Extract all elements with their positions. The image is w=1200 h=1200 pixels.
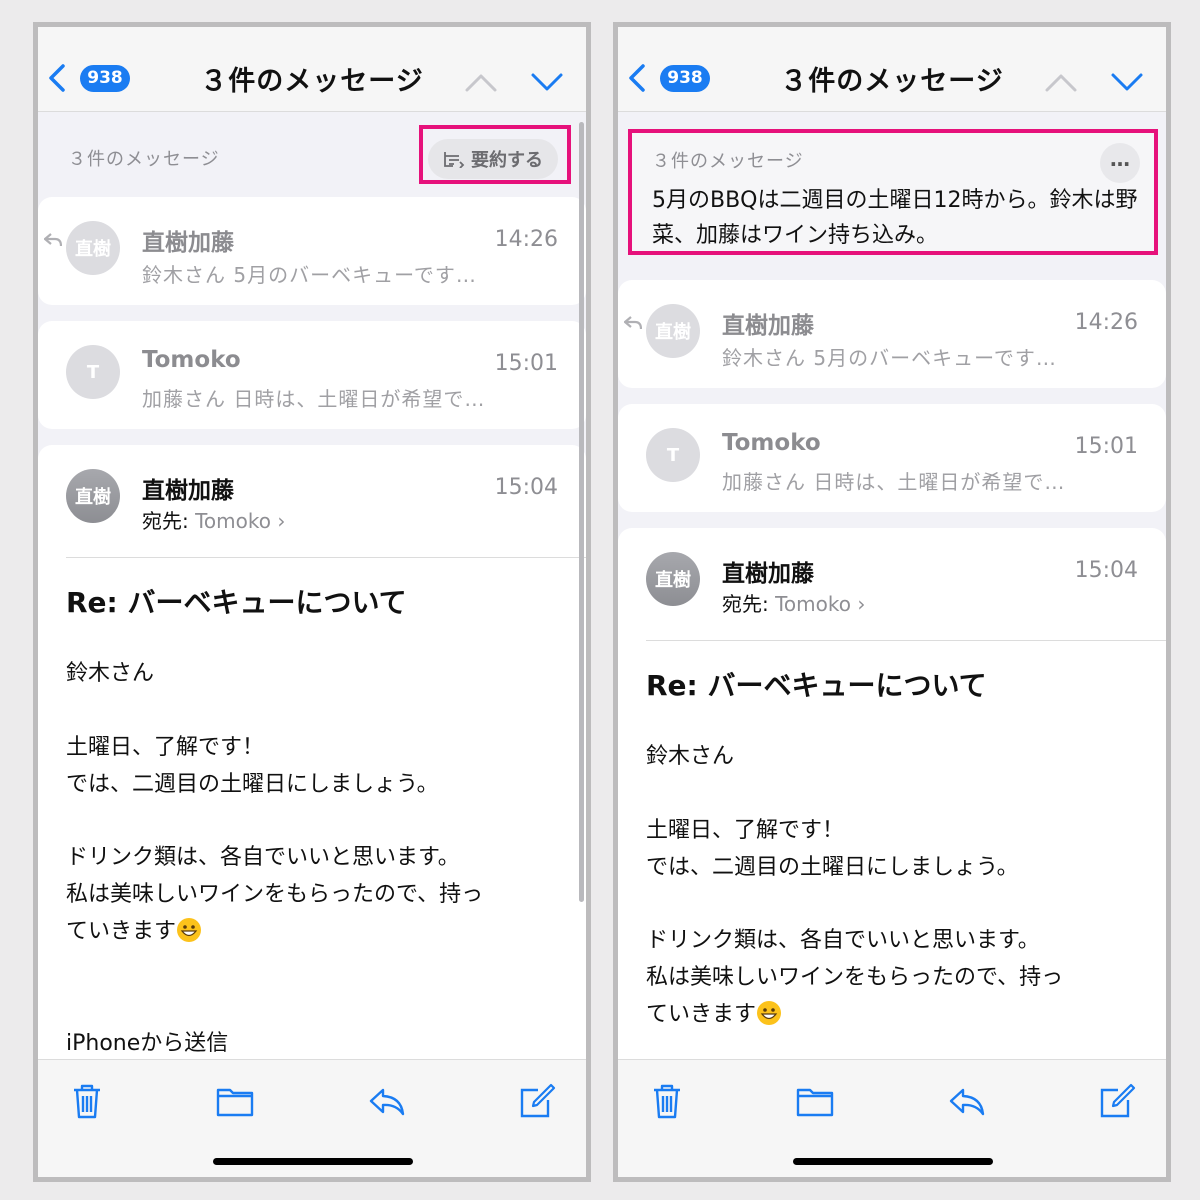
sender-name: Tomoko (142, 347, 241, 373)
message-row[interactable]: T Tomoko 15:01 加藤さん 日時は、土曜日が希望で… (618, 404, 1166, 512)
message-time: 15:01 (1074, 434, 1138, 459)
message-time: 15:04 (494, 475, 558, 500)
folder-icon[interactable] (796, 1082, 834, 1120)
sender-name: Tomoko (722, 430, 821, 456)
body-paragraph: 土曜日、了解です！ では、二週目の土曜日にしましょう。 (66, 735, 439, 797)
summary-card: ３件のメッセージ … 5月のBBQは二週目の土曜日12時から。鈴木は野菜、加藤は… (628, 129, 1158, 255)
replied-icon (44, 233, 62, 247)
message-row[interactable]: T Tomoko 15:01 加藤さん 日時は、土曜日が希望で… (38, 321, 586, 429)
avatar: 直樹 (646, 552, 700, 606)
compose-icon[interactable] (518, 1082, 556, 1120)
navigation-bar: 938 ３件のメッセージ (38, 27, 586, 112)
recipient-name: Tomoko (195, 509, 271, 533)
message-preview: 鈴木さん 5月のバーベキューです… (142, 263, 477, 287)
chevron-up-icon[interactable] (464, 71, 498, 93)
reply-icon[interactable] (948, 1082, 986, 1120)
home-indicator (213, 1158, 413, 1165)
chevron-down-icon[interactable] (1110, 71, 1144, 93)
trash-icon[interactable] (648, 1082, 686, 1120)
message-preview: 加藤さん 日時は、土曜日が希望で… (722, 470, 1066, 494)
message-subject: Re: バーベキューについて (646, 669, 987, 702)
avatar: T (66, 345, 120, 399)
body-paragraph: 土曜日、了解です！ では、二週目の土曜日にしましょう。 (646, 818, 1019, 880)
scroll-indicator (579, 122, 584, 902)
message-row[interactable]: 直樹 直樹加藤 14:26 鈴木さん 5月のバーベキューです… (618, 280, 1166, 388)
chevron-right-icon: › (277, 509, 286, 533)
navigation-bar: 938 ３件のメッセージ (618, 27, 1166, 112)
phone-screen-before: 938 ３件のメッセージ ３件のメッセージ 要約する 直樹 直樹加藤 14:26… (33, 22, 591, 1182)
sender-name: 直樹加藤 (722, 313, 814, 339)
chevron-right-icon: › (857, 592, 866, 616)
message-preview: 加藤さん 日時は、土曜日が希望で… (142, 387, 486, 411)
avatar: 直樹 (66, 469, 120, 523)
body-paragraph: ドリンク類は、各自でいいと思います。 私は美味しいワインをもらったので、持っ て… (66, 839, 483, 950)
divider (646, 640, 1166, 641)
to-label: 宛先: (142, 509, 189, 533)
sender-name: 直樹加藤 (142, 230, 234, 256)
to-label: 宛先: (722, 592, 769, 616)
body-text: ドリンク類は、各自でいいと思います。 私は美味しいワインをもらったので、持っ て… (66, 845, 484, 944)
message-row[interactable]: 直樹 直樹加藤 14:26 鈴木さん 5月のバーベキューです… (38, 197, 586, 305)
avatar: T (646, 428, 700, 482)
replied-icon (624, 316, 642, 330)
message-preview: 鈴木さん 5月のバーベキューです… (722, 346, 1057, 370)
message-time: 15:04 (1074, 558, 1138, 583)
bottom-toolbar (618, 1059, 1166, 1177)
recipient-line[interactable]: 宛先: Tomoko › (722, 588, 865, 617)
phone-screen-after: 938 ３件のメッセージ ３件のメッセージ … 5月のBBQは二週目の土曜日12… (613, 22, 1171, 1182)
message-time: 14:26 (494, 227, 558, 252)
compose-icon[interactable] (1098, 1082, 1136, 1120)
body-text: ドリンク類は、各自でいいと思います。 私は美味しいワインをもらったので、持っ て… (646, 928, 1064, 1027)
recipient-name: Tomoko (775, 592, 851, 616)
grinning-face-icon (177, 918, 202, 942)
chevron-down-icon[interactable] (530, 71, 564, 93)
trash-icon[interactable] (68, 1082, 106, 1120)
avatar: 直樹 (66, 221, 120, 275)
avatar: 直樹 (646, 304, 700, 358)
sender-name: 直樹加藤 (722, 561, 814, 587)
message-time: 15:01 (494, 351, 558, 376)
more-options-button[interactable]: … (1100, 143, 1140, 183)
nav-title: ３件のメッセージ (780, 66, 1004, 97)
summary-text: 5月のBBQは二週目の土曜日12時から。鈴木は野菜、加藤はワイン持ち込み。 (652, 188, 1138, 248)
recipient-line[interactable]: 宛先: Tomoko › (142, 505, 285, 534)
divider (66, 557, 586, 558)
reply-icon[interactable] (368, 1082, 406, 1120)
message-subject: Re: バーベキューについて (66, 586, 407, 619)
nav-title: ３件のメッセージ (200, 66, 424, 97)
home-indicator (793, 1158, 993, 1165)
grinning-face-icon (757, 1001, 782, 1025)
chevron-up-icon[interactable] (1044, 71, 1078, 93)
open-message: 直樹 直樹加藤 15:04 宛先: Tomoko › Re: バーベキューについ… (38, 445, 586, 1085)
bottom-toolbar (38, 1059, 586, 1177)
body-greeting: 鈴木さん (646, 744, 735, 769)
body-greeting: 鈴木さん (66, 661, 155, 686)
open-message: 直樹 直樹加藤 15:04 宛先: Tomoko › Re: バーベキューについ… (618, 528, 1166, 1088)
summary-label: ３件のメッセージ (652, 151, 804, 172)
body-signature: iPhoneから送信 (66, 1031, 229, 1056)
highlight-box (419, 125, 571, 184)
folder-icon[interactable] (216, 1082, 254, 1120)
body-paragraph: ドリンク類は、各自でいいと思います。 私は美味しいワインをもらったので、持っ て… (646, 922, 1063, 1033)
thread-count-label: ３件のメッセージ (68, 149, 220, 170)
sender-name: 直樹加藤 (142, 478, 234, 504)
message-time: 14:26 (1074, 310, 1138, 335)
